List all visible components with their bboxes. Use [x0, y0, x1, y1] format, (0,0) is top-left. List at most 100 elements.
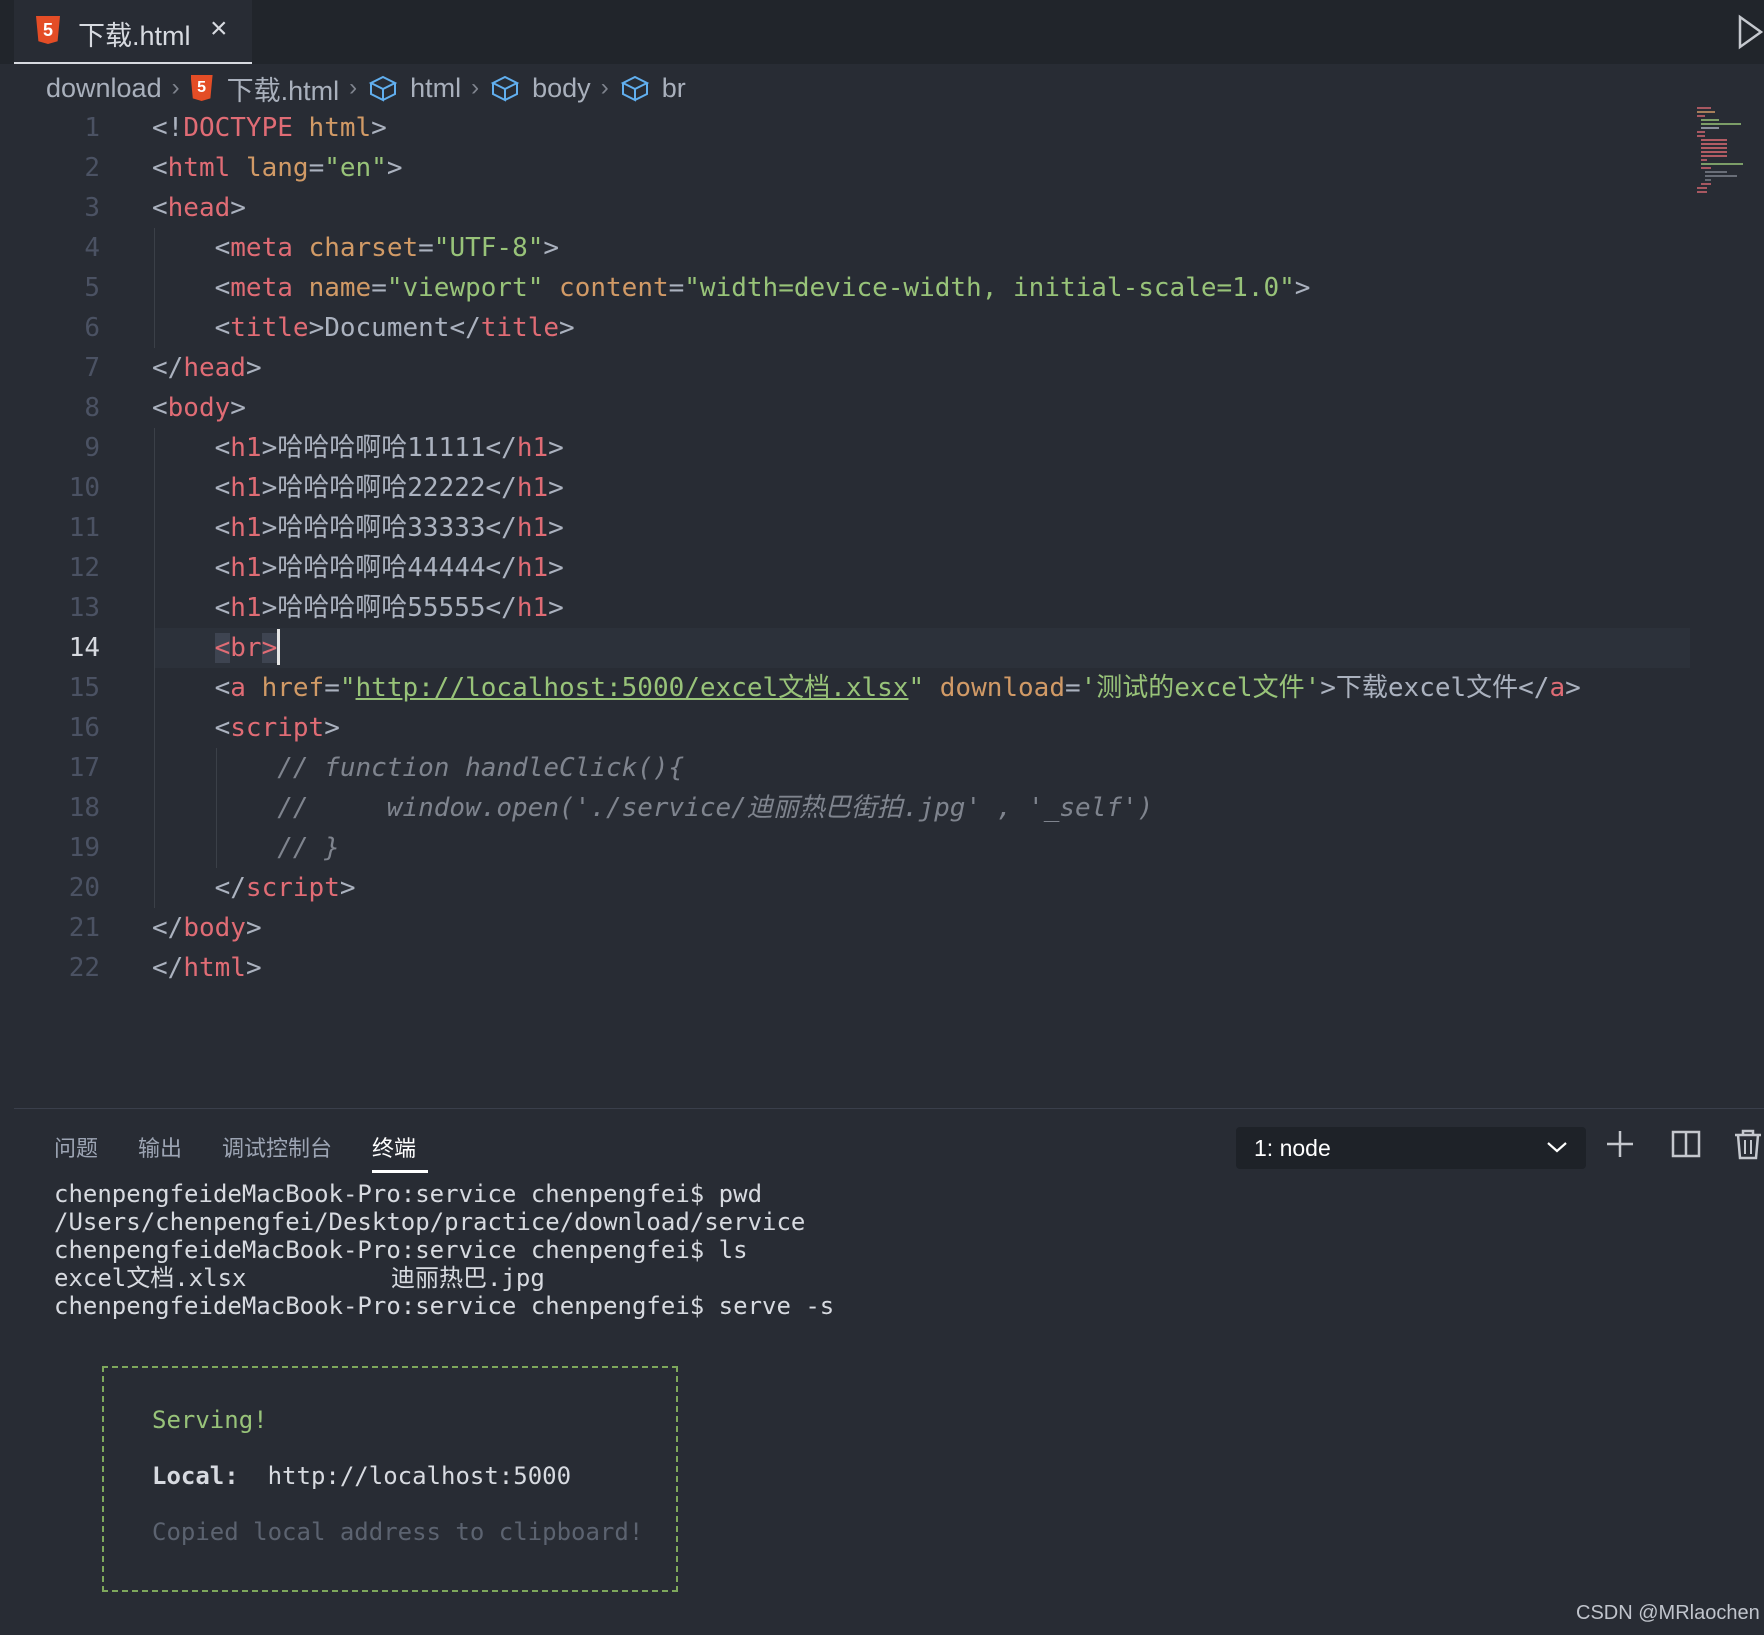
- terminal-line: chenpengfeideMacBook-Pro:service chenpen…: [54, 1236, 748, 1264]
- code-token: charset: [308, 233, 419, 263]
- code-editor[interactable]: 1 <!DOCTYPE html> 2 <html lang="en"> 3 <head>…: [0, 108, 1764, 1098]
- terminal-line: chenpengfeideMacBook-Pro:service chenpen…: [54, 1292, 835, 1320]
- code-text: </script>: [152, 868, 356, 908]
- code-token: <: [152, 513, 231, 543]
- local-address: Local: http://localhost:5000: [152, 1462, 571, 1490]
- code-line[interactable]: 8 <body>: [0, 388, 1764, 428]
- code-token: <: [152, 593, 231, 623]
- code-token: a: [230, 673, 246, 703]
- code-line[interactable]: 5 <meta name="viewport" content="width=d…: [0, 268, 1764, 308]
- code-line[interactable]: 2 <html lang="en">: [0, 148, 1764, 188]
- line-number: 22: [68, 953, 100, 983]
- code-line[interactable]: 15 <a href="http://localhost:5000/excel文…: [0, 668, 1764, 708]
- terminal-output[interactable]: chenpengfeideMacBook-Pro:service chenpen…: [54, 1180, 834, 1320]
- chevron-right-icon: ›: [349, 74, 358, 101]
- code-line[interactable]: 7 </head>: [0, 348, 1764, 388]
- tab-output[interactable]: 输出: [138, 1131, 182, 1163]
- breadcrumb-br[interactable]: br: [662, 73, 686, 104]
- code-line[interactable]: 4 <meta charset="UTF-8">: [0, 228, 1764, 268]
- code-token: >: [245, 353, 262, 383]
- code-line[interactable]: 21 </body>: [0, 908, 1764, 948]
- code-line[interactable]: 20 </script>: [0, 868, 1764, 908]
- line-number: 21: [68, 913, 100, 943]
- line-number: 13: [68, 593, 100, 623]
- selected-tab-indicator: [372, 1170, 428, 1173]
- code-token: >: [230, 193, 246, 223]
- element-cube-icon: [490, 75, 520, 102]
- code-line[interactable]: 3 <head>: [0, 188, 1764, 228]
- trash-icon[interactable]: [1732, 1127, 1764, 1161]
- tab-problems[interactable]: 问题: [54, 1131, 98, 1163]
- code-token: >: [559, 313, 575, 343]
- code-text: <html lang="en">: [152, 148, 403, 188]
- serving-text: Serving!: [152, 1406, 268, 1434]
- code-token: h1: [230, 513, 262, 543]
- code-token: >: [1294, 273, 1311, 303]
- split-terminal-icon[interactable]: [1670, 1127, 1702, 1161]
- code-token: >哈哈哈啊哈55555</: [261, 593, 517, 623]
- code-token: >: [261, 633, 278, 663]
- code-line[interactable]: 16 <script>: [0, 708, 1764, 748]
- code-line[interactable]: 11 <h1>哈哈哈啊哈33333</h1>: [0, 508, 1764, 548]
- tab-debug-console[interactable]: 调试控制台: [222, 1131, 332, 1163]
- code-text: // window.open('./service/迪丽热巴街拍.jpg' , …: [152, 788, 1153, 828]
- code-text: <h1>哈哈哈啊哈33333</h1>: [152, 508, 564, 548]
- tab-terminal[interactable]: 终端: [372, 1131, 416, 1163]
- code-line[interactable]: 22 </html>: [0, 948, 1764, 988]
- code-token: meta: [230, 273, 293, 303]
- run-icon[interactable]: [1737, 14, 1764, 50]
- code-token: </: [152, 353, 184, 383]
- code-token: <: [152, 273, 231, 303]
- code-token: html: [308, 113, 372, 143]
- code-token: http://localhost:5000/excel文档.xlsx: [355, 673, 909, 703]
- code-token: script: [245, 873, 340, 903]
- code-line[interactable]: 12 <h1>哈哈哈啊哈44444</h1>: [0, 548, 1764, 588]
- code-text: <h1>哈哈哈啊哈22222</h1>: [152, 468, 564, 508]
- local-url[interactable]: http://localhost:5000: [268, 1462, 571, 1490]
- code-line[interactable]: 1 <!DOCTYPE html>: [0, 108, 1764, 148]
- minimap[interactable]: [1697, 106, 1743, 196]
- code-token: >下载excel文件</: [1320, 673, 1550, 703]
- code-line[interactable]: 9 <h1>哈哈哈啊哈11111</h1>: [0, 428, 1764, 468]
- code-line[interactable]: 14 <br>: [0, 628, 1764, 668]
- code-token: <: [152, 673, 231, 703]
- breadcrumb-file[interactable]: 下载.html: [227, 69, 340, 108]
- code-token: html: [167, 153, 231, 183]
- breadcrumb: download › 5 下载.html › html › body › br: [46, 70, 686, 106]
- code-token: head: [167, 193, 231, 223]
- code-line[interactable]: 17 // function handleClick(){: [0, 748, 1764, 788]
- code-text: <meta charset="UTF-8">: [152, 228, 559, 268]
- code-token: h1: [230, 593, 262, 623]
- code-line[interactable]: 18 // window.open('./service/迪丽热巴街拍.jpg'…: [0, 788, 1764, 828]
- code-token: >: [230, 393, 246, 423]
- line-number: 17: [68, 753, 100, 783]
- code-text: <h1>哈哈哈啊哈11111</h1>: [152, 428, 564, 468]
- code-line[interactable]: 19 // }: [0, 828, 1764, 868]
- breadcrumb-html[interactable]: html: [410, 73, 461, 104]
- html5-icon: 5: [190, 75, 213, 101]
- terminal-select[interactable]: 1: node: [1236, 1127, 1586, 1169]
- code-token: br: [230, 633, 262, 663]
- breadcrumb-folder[interactable]: download: [46, 73, 162, 104]
- code-token: h1: [516, 513, 549, 543]
- code-token: "width=device-width, initial-scale=1.0": [684, 273, 1295, 303]
- editor-tab[interactable]: 5 下载.html ×: [14, 0, 252, 64]
- code-token: content: [559, 273, 669, 303]
- breadcrumb-body[interactable]: body: [532, 73, 591, 104]
- code-line[interactable]: 10 <h1>哈哈哈啊哈22222</h1>: [0, 468, 1764, 508]
- code-token: >Document</: [308, 313, 481, 343]
- code-line[interactable]: 6 <title>Document</title>: [0, 308, 1764, 348]
- code-token: >: [548, 593, 564, 623]
- code-token: <: [152, 553, 231, 583]
- line-number: 8: [84, 393, 100, 423]
- code-line[interactable]: 13 <h1>哈哈哈啊哈55555</h1>: [0, 588, 1764, 628]
- code-token: >: [548, 513, 564, 543]
- plus-icon[interactable]: [1604, 1127, 1636, 1161]
- code-text: <title>Document</title>: [152, 308, 575, 348]
- code-token: <: [152, 193, 168, 223]
- close-icon[interactable]: ×: [210, 12, 228, 46]
